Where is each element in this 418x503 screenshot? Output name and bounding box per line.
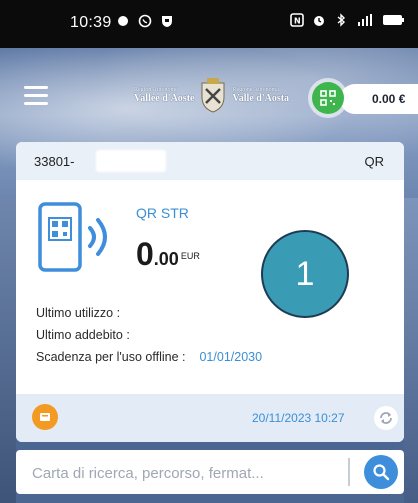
card-header: 33801- QR [16,142,404,180]
offline-expiry-label: Scadenza per l'uso offline : [36,350,186,364]
last-charge-label: Ultimo addebito : [36,328,130,342]
menu-icon-bar [24,86,48,89]
travel-card[interactable]: 33801- QR QR STR 0.00 EUR 1 Ultimo utiliz… [16,142,404,442]
logo-text-right: Regione Autonoma Valle d'Aosta [232,87,289,104]
search-input[interactable] [30,460,334,486]
logo-text-left: Région Autonome Vallée d'Aoste [134,87,194,104]
last-updated: 20/11/2023 10:27 [252,411,345,425]
ticket-icon [40,413,50,421]
logo-title-left: Vallée d'Aoste [134,92,195,104]
logo-title-right: Valle d'Aosta [232,92,290,104]
card-name: QR STR [136,205,189,221]
amount-integer: 0 [136,236,154,272]
menu-icon-bar [24,94,48,97]
search-bar [16,450,404,494]
menu-button[interactable] [24,86,48,106]
menu-icon-bar [24,102,48,105]
logo-subtitle-left: Région Autonome [134,86,178,93]
shield-icon [162,16,172,27]
amount-currency: EUR [180,251,200,261]
logo-subtitle-right: Regione Autonoma [232,86,279,93]
balance-pill[interactable]: 0.00 € [340,84,418,114]
card-balance: 0.00 EUR [136,236,200,273]
ticket-button[interactable] [32,404,58,430]
crest-icon [201,78,225,113]
search-button[interactable] [364,455,398,489]
refresh-button[interactable] [374,406,398,430]
nfc-icon: N [290,13,304,27]
status-time: 10:39 [70,14,112,31]
last-use-row: Ultimo utilizzo : [36,306,120,320]
region-logo: Région Autonome Vallée d'Aoste Regione A… [134,77,289,113]
search-divider [348,458,350,486]
background-strip-left [0,198,16,503]
offline-expiry-row: Scadenza per l'uso offline : 01/01/2030 [36,350,262,364]
notification-dot-icon [118,16,128,26]
qr-scan-button[interactable] [312,82,344,114]
svg-text:N: N [294,17,301,26]
alarm-icon [314,16,324,26]
search-icon [373,464,390,481]
count-badge: 1 [261,230,349,318]
card-type: QR [364,154,385,169]
offline-expiry-value: 01/01/2030 [199,350,263,364]
qr-phone-icon [38,202,107,272]
card-footer: 20/11/2023 10:27 [16,394,404,442]
last-charge-row: Ultimo addebito : [36,328,130,342]
qr-code-icon [320,90,336,106]
battery-icon [383,15,404,25]
bluetooth-icon [337,13,346,27]
card-number: 33801- [34,154,75,169]
background-strip-right [404,198,418,503]
status-bar: 10:39 N [0,0,418,48]
refresh-icon [380,412,392,424]
whatsapp-icon [138,14,152,28]
redacted-number [96,150,166,172]
signal-icon [358,14,372,26]
balance-amount: 0.00 € [372,92,406,106]
card-body: QR STR 0.00 EUR 1 Ultimo utilizzo : Ultim… [16,180,404,394]
last-use-label: Ultimo utilizzo : [36,306,121,320]
amount-decimals: .00 [153,249,179,269]
